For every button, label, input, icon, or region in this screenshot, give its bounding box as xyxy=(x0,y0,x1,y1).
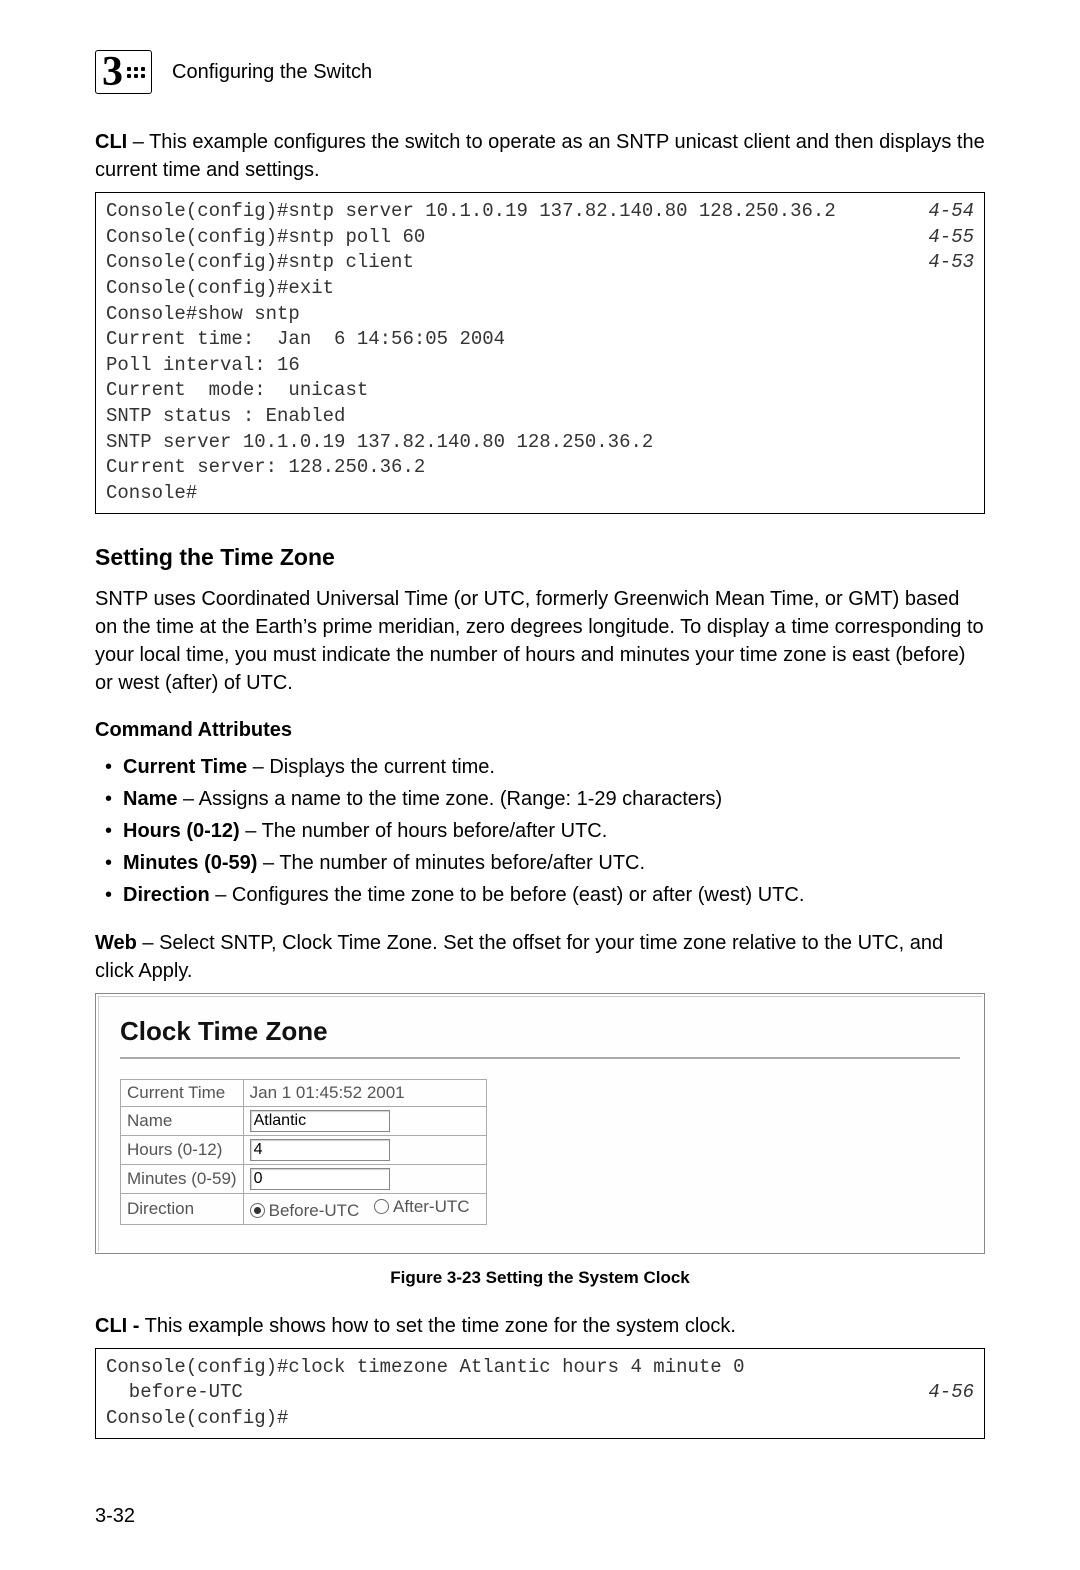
row-name: Name xyxy=(121,1106,487,1135)
input-minutes[interactable] xyxy=(250,1168,390,1190)
chapter-number: 3 xyxy=(100,51,125,93)
code-line: Console(config)# xyxy=(106,1406,974,1432)
radio-after-utc[interactable]: After-UTC xyxy=(374,1197,470,1217)
code-line: Console(config)#sntp client4-53 xyxy=(106,250,974,276)
row-minutes: Minutes (0-59) xyxy=(121,1164,487,1193)
label-current-time: Current Time xyxy=(121,1079,244,1106)
radio-before-label: Before-UTC xyxy=(269,1201,360,1221)
row-hours: Hours (0-12) xyxy=(121,1135,487,1164)
attribute-item: Minutes (0-59) – The number of minutes b… xyxy=(95,848,985,879)
code-line: before-UTC4-56 xyxy=(106,1380,974,1406)
command-attributes-heading: Command Attributes xyxy=(95,719,985,742)
radio-before-utc[interactable]: Before-UTC xyxy=(250,1201,360,1221)
radio-dot-icon xyxy=(250,1203,265,1218)
page-header: 3 Configuring the Switch xyxy=(95,50,985,94)
code-line: Console(config)#clock timezone Atlantic … xyxy=(106,1355,974,1381)
code-line: Current mode: unicast xyxy=(106,378,974,404)
attribute-item: Direction – Configures the time zone to … xyxy=(95,880,985,911)
cli-intro-2: CLI - This example shows how to set the … xyxy=(95,1312,985,1340)
figure-caption: Figure 3-23 Setting the System Clock xyxy=(95,1268,985,1288)
attribute-item: Hours (0-12) – The number of hours befor… xyxy=(95,816,985,847)
radio-dot-icon xyxy=(374,1199,389,1214)
cli-intro-1-text: – This example configures the switch to … xyxy=(95,131,985,181)
document-page: 3 Configuring the Switch CLI – This exam… xyxy=(0,0,1080,1570)
code-line: Current time: Jan 6 14:56:05 2004 xyxy=(106,327,974,353)
attribute-item: Name – Assigns a name to the time zone. … xyxy=(95,784,985,815)
input-hours[interactable] xyxy=(250,1139,390,1161)
cli-intro-1: CLI – This example configures the switch… xyxy=(95,128,985,184)
cli-code-block-2: Console(config)#clock timezone Atlantic … xyxy=(95,1348,985,1439)
code-line: SNTP status : Enabled xyxy=(106,404,974,430)
input-name[interactable] xyxy=(250,1110,390,1132)
cli-label: CLI xyxy=(95,131,127,153)
label-hours: Hours (0-12) xyxy=(121,1135,244,1164)
label-direction: Direction xyxy=(121,1193,244,1224)
row-direction: Direction Before-UTC After-UTC xyxy=(121,1193,487,1224)
code-line: SNTP server 10.1.0.19 137.82.140.80 128.… xyxy=(106,430,974,456)
command-attributes-list: Current Time – Displays the current time… xyxy=(95,752,985,911)
web-label: Web xyxy=(95,932,137,954)
section-heading-time-zone: Setting the Time Zone xyxy=(95,544,985,571)
section-body-time-zone: SNTP uses Coordinated Universal Time (or… xyxy=(95,585,985,697)
panel-title: Clock Time Zone xyxy=(120,1016,960,1047)
row-current-time: Current Time Jan 1 01:45:52 2001 xyxy=(121,1079,487,1106)
radio-after-label: After-UTC xyxy=(393,1197,470,1217)
label-name: Name xyxy=(121,1106,244,1135)
cli2-label: CLI - xyxy=(95,1315,139,1337)
web-instruction: Web – Select SNTP, Clock Time Zone. Set … xyxy=(95,929,985,985)
code-line: Console# xyxy=(106,481,974,507)
panel-divider xyxy=(120,1057,960,1059)
code-line: Console(config)#sntp server 10.1.0.19 13… xyxy=(106,199,974,225)
cli-code-block-1: Console(config)#sntp server 10.1.0.19 13… xyxy=(95,192,985,514)
page-number: 3-32 xyxy=(95,1505,135,1528)
code-line: Console(config)#sntp poll 604-55 xyxy=(106,225,974,251)
value-current-time: Jan 1 01:45:52 2001 xyxy=(243,1079,486,1106)
web-instruction-text: – Select SNTP, Clock Time Zone. Set the … xyxy=(95,932,943,982)
clock-time-zone-screenshot: Clock Time Zone Current Time Jan 1 01:45… xyxy=(95,993,985,1254)
time-zone-form-table: Current Time Jan 1 01:45:52 2001 Name Ho… xyxy=(120,1079,487,1225)
label-minutes: Minutes (0-59) xyxy=(121,1164,244,1193)
attribute-item: Current Time – Displays the current time… xyxy=(95,752,985,783)
switch-icon xyxy=(127,67,145,78)
code-line: Poll interval: 16 xyxy=(106,353,974,379)
chapter-title: Configuring the Switch xyxy=(172,61,372,84)
code-line: Console#show sntp xyxy=(106,302,974,328)
cli2-text: This example shows how to set the time z… xyxy=(139,1315,736,1337)
code-line: Console(config)#exit xyxy=(106,276,974,302)
clock-time-zone-panel: Clock Time Zone Current Time Jan 1 01:45… xyxy=(98,996,982,1251)
code-line: Current server: 128.250.36.2 xyxy=(106,455,974,481)
chapter-badge: 3 xyxy=(95,50,152,94)
